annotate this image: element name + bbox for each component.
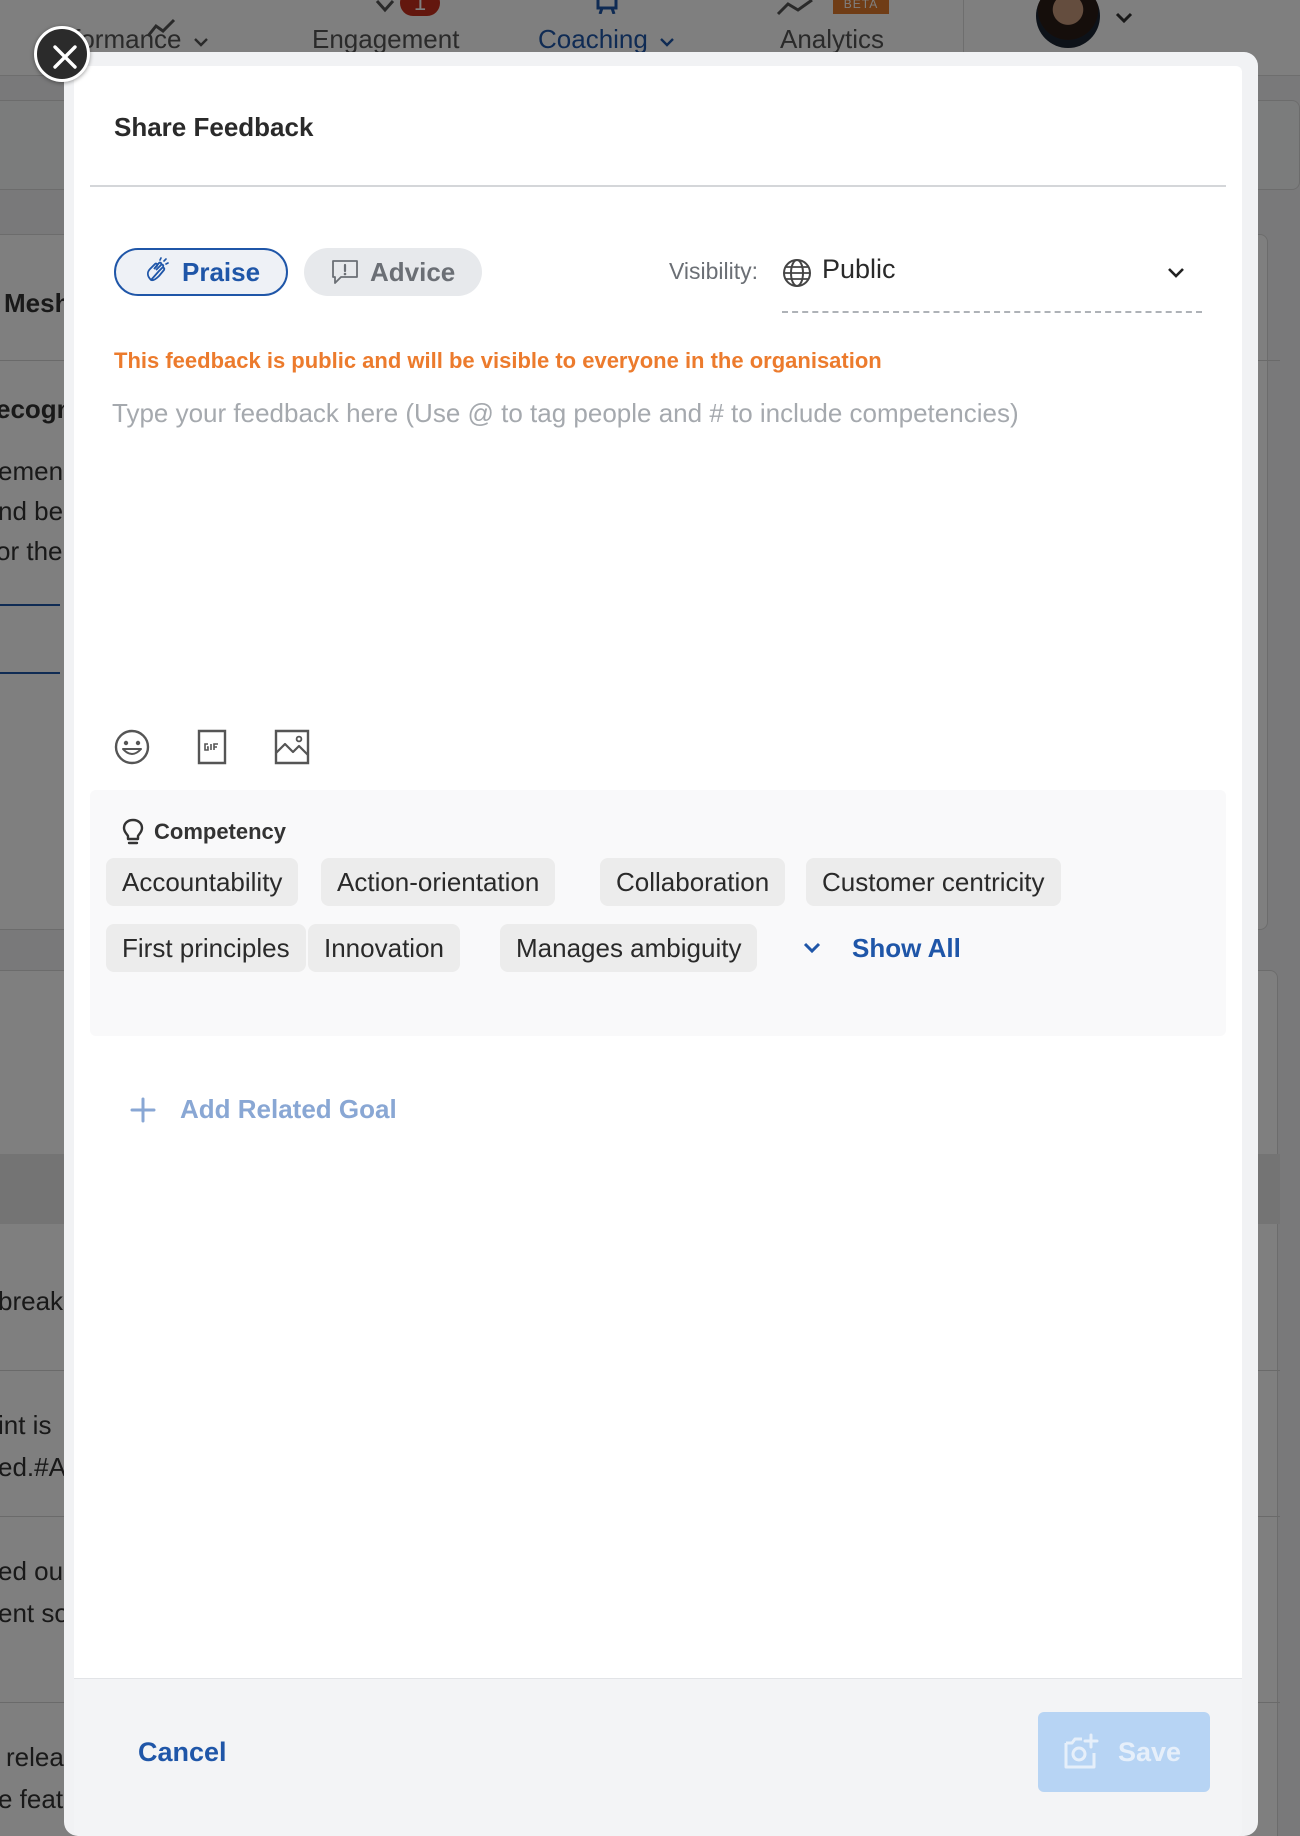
competency-tag[interactable]: Customer centricity	[806, 858, 1061, 906]
praise-label: Praise	[182, 256, 261, 287]
cancel-button[interactable]: Cancel	[138, 1737, 227, 1768]
globe-icon	[783, 259, 811, 287]
show-all-label: Show All	[852, 932, 961, 963]
visibility-select[interactable]: Public	[782, 250, 1202, 294]
close-button[interactable]	[34, 26, 90, 82]
title-divider	[90, 185, 1226, 187]
save-label: Save	[1118, 1736, 1182, 1767]
clap-icon	[146, 257, 169, 282]
competency-title: Competency	[154, 819, 287, 844]
praise-toggle[interactable]: Praise	[114, 248, 288, 296]
share-feedback-dialog: Share Feedback Praise Advice Visibility:…	[74, 66, 1242, 1836]
plus-icon	[130, 1097, 156, 1122]
competency-panel: Competency Accountability Action-orienta…	[90, 790, 1226, 1036]
advice-icon	[332, 260, 358, 284]
add-photo-icon	[1064, 1733, 1099, 1769]
emoji-button[interactable]	[112, 727, 152, 767]
image-icon	[274, 729, 310, 765]
close-icon	[53, 45, 77, 69]
advice-toggle[interactable]: Advice	[304, 248, 482, 296]
competency-tag[interactable]: Manages ambiguity	[500, 924, 758, 972]
visibility-underline	[782, 311, 1202, 313]
bulb-icon	[122, 818, 144, 845]
advice-label: Advice	[370, 256, 456, 287]
visibility-label: Visibility:	[669, 258, 759, 284]
competency-header: Competency	[122, 818, 286, 846]
feedback-input[interactable]	[112, 396, 1202, 686]
competency-tag[interactable]: First principles	[106, 924, 306, 972]
gif-icon	[197, 729, 227, 765]
competency-tag[interactable]: Collaboration	[600, 858, 786, 906]
chevron-down-icon	[1168, 268, 1184, 278]
show-all-button[interactable]: Show All	[802, 924, 961, 972]
competency-tag[interactable]: Accountability	[106, 858, 299, 906]
gif-button[interactable]	[192, 727, 232, 767]
dialog-title: Share Feedback	[114, 112, 314, 142]
competency-tag[interactable]: Innovation	[308, 924, 460, 972]
chevron-down-icon	[803, 942, 821, 954]
add-related-goal-button[interactable]: Add Related Goal	[130, 1094, 397, 1125]
visibility-warning: This feedback is public and will be visi…	[114, 348, 882, 373]
dialog-footer: Cancel Save	[74, 1678, 1242, 1836]
visibility-value: Public	[822, 254, 896, 284]
add-related-goal-label: Add Related Goal	[180, 1094, 397, 1124]
competency-tag[interactable]: Action-orientation	[321, 858, 556, 906]
image-button[interactable]	[272, 727, 312, 767]
save-button[interactable]: Save	[1038, 1712, 1210, 1792]
emoji-icon	[114, 729, 150, 765]
